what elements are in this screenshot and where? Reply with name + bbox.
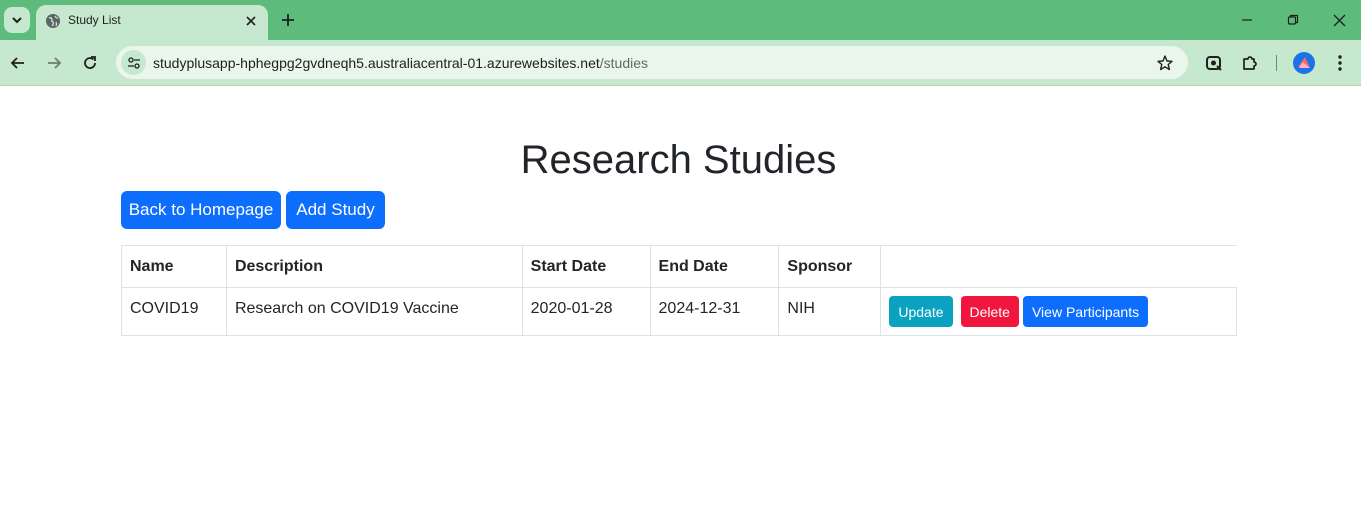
capture-icon	[1206, 56, 1222, 71]
cell-name: COVID19	[121, 287, 227, 336]
url-text: studyplusapp-hphegpg2gvdneqh5.australiac…	[153, 55, 648, 71]
column-header-start-date: Start Date	[521, 245, 651, 288]
cell-start-date: 2020-01-28	[521, 287, 651, 336]
delete-button[interactable]: Delete	[960, 296, 1019, 327]
bookmark-star-icon[interactable]	[1156, 54, 1174, 72]
add-study-button[interactable]: Add Study	[286, 191, 385, 229]
close-icon	[1333, 14, 1345, 26]
column-header-name: Name	[121, 245, 227, 288]
forward-button[interactable]	[42, 51, 66, 75]
restore-button[interactable]	[1282, 10, 1304, 30]
studies-table: Name Description Start Date End Date Spo…	[121, 245, 1237, 336]
tab-strip: Study List	[0, 0, 1361, 40]
toolbar-divider	[1276, 55, 1277, 71]
browser-toolbar: studyplusapp-hphegpg2gvdneqh5.australiac…	[0, 40, 1361, 86]
address-bar[interactable]: studyplusapp-hphegpg2gvdneqh5.australiac…	[116, 46, 1188, 79]
more-vertical-icon	[1338, 55, 1342, 71]
close-window-button[interactable]	[1328, 10, 1350, 30]
avatar-icon	[1298, 57, 1310, 68]
table-header-row: Name Description Start Date End Date Spo…	[121, 245, 1237, 288]
reload-button[interactable]	[78, 51, 102, 75]
profile-avatar[interactable]	[1293, 52, 1315, 74]
globe-icon	[46, 14, 60, 28]
page-title: Research Studies	[0, 138, 1361, 183]
tab-close-button[interactable]	[242, 12, 260, 30]
back-to-homepage-button[interactable]: Back to Homepage	[121, 191, 281, 229]
tab-search-button[interactable]	[4, 7, 30, 33]
cell-description: Research on COVID19 Vaccine	[225, 287, 523, 336]
puzzle-icon	[1243, 56, 1257, 70]
plus-icon	[282, 14, 294, 26]
tab-title: Study List	[68, 13, 121, 27]
browser-tab[interactable]: Study List	[36, 5, 268, 40]
column-header-sponsor: Sponsor	[778, 245, 882, 288]
new-tab-button[interactable]	[278, 10, 298, 30]
url-host: studyplusapp-hphegpg2gvdneqh5.australiac…	[153, 55, 600, 71]
back-button[interactable]	[6, 51, 30, 75]
cell-actions: Update Delete View Participants	[880, 287, 1237, 336]
column-header-end-date: End Date	[649, 245, 780, 288]
close-icon	[246, 16, 256, 26]
site-info-button[interactable]	[121, 50, 146, 75]
reload-icon	[84, 56, 96, 69]
view-participants-button[interactable]: View Participants	[1022, 296, 1149, 327]
browser-menu-button[interactable]	[1330, 53, 1350, 73]
update-button[interactable]: Update	[889, 296, 953, 327]
minimize-icon	[1242, 19, 1252, 21]
column-header-actions	[880, 245, 1237, 288]
chevron-down-icon	[12, 17, 22, 24]
table-row: COVID19 Research on COVID19 Vaccine 2020…	[121, 287, 1237, 336]
cell-sponsor: NIH	[778, 287, 882, 336]
extensions-button[interactable]	[1240, 53, 1260, 73]
url-path: /studies	[599, 55, 648, 71]
arrow-right-icon	[48, 57, 62, 69]
arrow-left-icon	[10, 57, 24, 69]
restore-icon	[1287, 14, 1299, 25]
minimize-button[interactable]	[1236, 10, 1258, 30]
tune-icon	[127, 56, 140, 69]
column-header-description: Description	[225, 245, 523, 288]
page-title-text: Research Studies	[520, 138, 837, 182]
cell-end-date: 2024-12-31	[649, 287, 780, 336]
screen-capture-extension-button[interactable]	[1204, 53, 1224, 73]
